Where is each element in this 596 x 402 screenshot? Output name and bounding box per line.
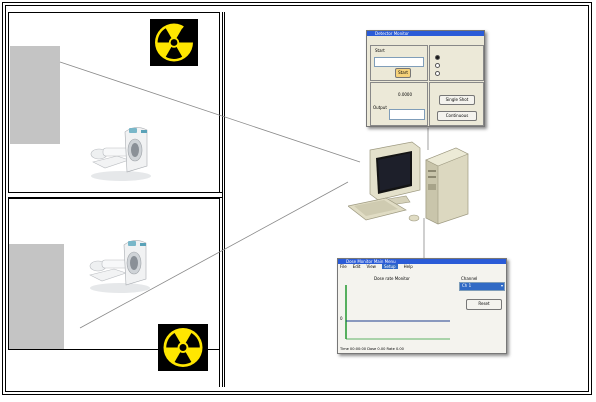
mode-radio-3[interactable] [435, 71, 440, 76]
ct-scanner-icon [90, 127, 151, 181]
chevron-down-icon[interactable]: ▾ [501, 283, 503, 289]
plot-status-bar: Time 00:00:00 Dose 0.00 Rate 0.00 [340, 347, 404, 351]
menu-item[interactable]: Setup [381, 264, 398, 269]
control-single-shot-button[interactable]: Single Shot [439, 95, 475, 105]
control-detector-value: 0.0000 [398, 92, 412, 97]
menu-item[interactable]: Edit [353, 264, 361, 269]
radiation-icon [158, 324, 208, 371]
control-window-title: Detector Monitor [367, 31, 484, 36]
plot-channel-select[interactable]: Ch 1 ▾ [459, 282, 505, 291]
control-window[interactable]: Detector Monitor Start Start 0.0000 Outp… [366, 30, 485, 127]
radiation-icon [150, 19, 198, 66]
plot-window[interactable]: Dose Monitor Main Menu File Edit View Se… [337, 258, 507, 354]
plot-reset-button[interactable]: Reset [466, 299, 502, 310]
plot-title: Dose rate Monitor [374, 276, 410, 281]
ct-scanner-icon [89, 240, 150, 293]
plot-select-label: Channel [461, 276, 478, 281]
plot-y-axis-label: 0 [340, 316, 343, 321]
plot-window-menubar: File Edit View Setup Help [338, 264, 506, 269]
plot-select-value: Ch 1 [462, 283, 472, 288]
mode-radio-1[interactable] [435, 55, 440, 60]
menu-item[interactable]: View [366, 264, 376, 269]
dose-plot [345, 285, 450, 340]
control-output-field[interactable] [389, 109, 425, 120]
control-start-button[interactable]: Start [395, 68, 411, 78]
desktop-computer-icon [348, 141, 469, 225]
menu-item[interactable]: Help [404, 264, 413, 269]
control-start-field[interactable] [374, 57, 424, 67]
mode-radio-2[interactable] [435, 63, 440, 68]
control-start-label: Start [375, 48, 385, 53]
control-output-label: Output [373, 105, 387, 110]
control-continuous-button[interactable]: Continuous [437, 111, 477, 121]
menu-item[interactable]: File [340, 264, 347, 269]
